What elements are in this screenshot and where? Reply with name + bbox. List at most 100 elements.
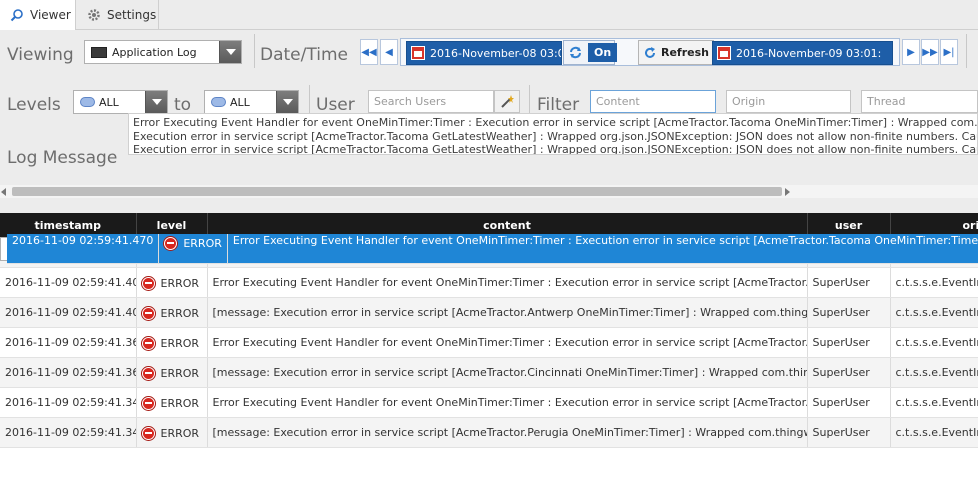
scroll-right-icon[interactable] [785,188,790,196]
level-text: ERROR [160,276,200,290]
auto-refresh-value: On [588,43,618,62]
level-cell: ERROR [136,267,208,298]
level-text: ERROR [183,236,222,250]
content-cell: Error Executing Event Handler for event … [207,387,808,418]
table-row[interactable]: 2016-11-09 02:59:41.408 ERROR Error Execut… [0,267,978,298]
magic-wand-icon [500,94,514,109]
chevron-down-icon[interactable] [219,41,241,63]
table-row[interactable]: 2016-11-09 02:59:41.345 ERROR [message: Ex… [0,417,978,448]
table-row[interactable]: 2016-11-09 02:59:41.408 ERROR [message: Ex… [0,297,978,328]
to-label: to [174,95,192,115]
refresh-now-button[interactable]: Refresh N [638,40,714,65]
tab-viewer-label: Viewer [30,8,71,22]
calendar-icon [411,46,425,60]
log-grid: timestamp level content user origin 2016… [0,213,978,488]
start-date-value: 2016-November-08 03:01: [430,46,562,60]
timestamp-cell: 2016-11-09 02:59:41.361 [0,357,137,388]
level-text: ERROR [160,336,200,350]
refresh-now-label: Refresh N [661,46,713,59]
end-button[interactable]: ▶| [940,39,958,65]
refresh-icon [568,45,583,60]
content-cell: [message: Execution error in service scr… [207,417,808,448]
user-cell: SuperUser [807,297,891,328]
auto-refresh-toggle[interactable]: On [563,40,618,65]
tab-settings-label: Settings [107,8,157,22]
datetime-label: Date/Time [260,45,348,65]
content-cell: [message: Execution error in service scr… [207,297,808,328]
log-message-box[interactable]: Error Executing Event Handler for event … [128,113,978,155]
filter-label: Filter [537,95,580,115]
log-message-scrollbar[interactable] [0,185,978,198]
user-cell: SuperUser [807,417,891,448]
error-icon [141,366,155,380]
chevron-down-icon[interactable] [145,91,167,113]
refresh-now-icon [643,46,657,60]
next-button[interactable]: ▶ [902,39,920,65]
level-icon [211,97,226,107]
level-cell: ERROR [136,327,208,358]
user-cell: SuperUser [807,357,891,388]
scrollbar-thumb[interactable] [12,187,782,196]
error-icon [141,396,155,410]
calendar-icon [717,46,731,60]
first-page-button[interactable]: ◀◀ [360,39,378,65]
level-text: ERROR [160,426,200,440]
error-icon [141,336,155,350]
origin-cell: c.t.s.s.e.EventInstance [890,297,978,328]
user-label: User [316,95,355,115]
log-icon [91,46,107,58]
log-type-select[interactable]: Application Log [84,40,242,64]
level-cell: ERROR [159,234,228,264]
level-from-select[interactable]: ALL [73,90,168,114]
level-to-select[interactable]: ALL [204,90,299,114]
content-filter-input[interactable]: Content [590,90,716,113]
user-picker-button[interactable] [494,90,520,113]
thread-filter-input[interactable]: Thread [861,90,978,113]
timestamp-cell: 2016-11-09 02:59:41.408 [0,297,137,328]
level-from-value: ALL [99,95,119,109]
origin-cell: c.t.s.s.e.EventInstance [890,327,978,358]
log-message-line: Execution error in service script [AcmeT… [133,129,978,143]
log-message-line: Error Executing Event Handler for event … [133,116,978,129]
end-date-picker[interactable]: 2016-November-09 03:01: [712,41,893,65]
level-text: ERROR [160,306,200,320]
origin-cell: c.t.s.s.e.EventInstance [890,417,978,448]
levels-label: Levels [7,95,61,115]
timestamp-cell: 2016-11-09 02:59:41.345 [0,387,137,418]
table-row[interactable]: 2016-11-09 02:59:41.361 ERROR [message: Ex… [0,357,978,388]
content-cell: [message: Execution error in service scr… [207,357,808,388]
prev-button[interactable]: ◀ [380,39,398,65]
log-message-line: Execution error in service script [AcmeT… [133,143,978,155]
start-date-picker[interactable]: 2016-November-08 03:01: [406,41,562,65]
tab-viewer[interactable]: Viewer [0,0,76,30]
divider [254,34,255,68]
content-cell: Error Executing Event Handler for event … [207,327,808,358]
table-row[interactable]: 2016-11-09 02:59:41.470 ERROR Error Execut… [0,234,978,264]
tab-settings[interactable]: Settings [77,0,159,30]
table-row[interactable]: 2016-11-09 02:59:41.361 ERROR Error Execut… [0,327,978,358]
chevron-down-icon[interactable] [276,91,298,113]
log-table: timestamp level content user origin 2016… [0,213,978,448]
level-icon [80,97,95,107]
user-cell: SuperUser [807,387,891,418]
log-type-value: Application Log [112,45,197,59]
content-cell: Error Executing Event Handler for event … [227,234,978,264]
table-row[interactable]: 2016-11-09 02:59:41.345 ERROR Error Execut… [0,387,978,418]
origin-cell: c.t.s.s.e.EventInstance [890,387,978,418]
magnifier-icon [10,8,24,22]
last-page-button[interactable]: ▶▶ [921,39,939,65]
scroll-left-icon[interactable] [1,188,6,196]
end-date-value: 2016-November-09 03:01: [736,46,882,60]
user-cell: SuperUser [807,267,891,298]
error-icon [141,426,155,440]
search-users-input[interactable]: Search Users [368,90,494,113]
level-text: ERROR [160,366,200,380]
log-message-label: Log Message [7,148,118,168]
origin-filter-input[interactable]: Origin [726,90,851,113]
error-icon [164,236,178,250]
error-icon [141,306,155,320]
gear-icon [87,8,101,22]
timestamp-cell: 2016-11-09 02:59:41.470 [7,234,160,264]
level-text: ERROR [160,396,200,410]
error-icon [141,276,155,290]
